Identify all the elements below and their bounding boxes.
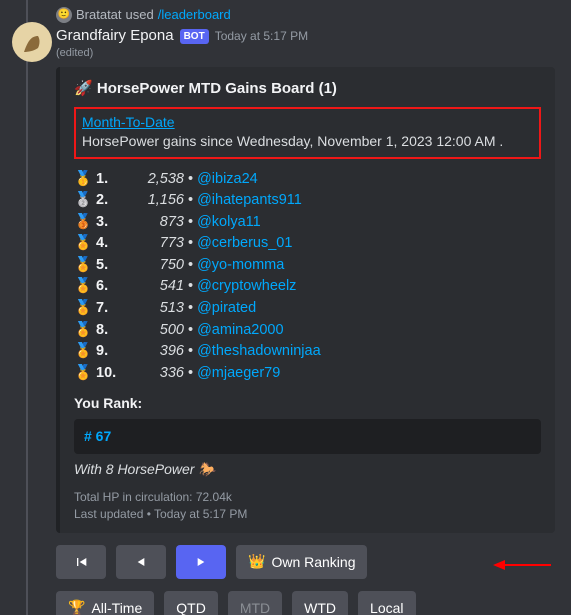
user-mention[interactable]: @mjaeger79	[197, 364, 280, 384]
rank-number: 5.	[96, 256, 118, 276]
with-line: With 8 HorsePower 🐎	[74, 460, 541, 479]
leaderboard-row: 🏅8.500 • @amina2000	[74, 320, 541, 342]
wtd-button[interactable]: WTD	[292, 591, 348, 615]
rank-number: 10.	[96, 364, 118, 384]
user-mention[interactable]: @ihatepants911	[197, 191, 302, 211]
reply-username[interactable]: Bratatat	[76, 6, 122, 24]
qtd-button[interactable]: QTD	[164, 591, 218, 615]
reply-avatar-icon: 🙂	[56, 7, 72, 23]
mtd-description: HorsePower gains since Wednesday, Novemb…	[82, 132, 533, 151]
leaderboard-rows: 🥇1.2,538 • @ibiza24🥈2.1,156 • @ihatepant…	[74, 169, 541, 385]
medal-icon: 🏅	[74, 342, 92, 362]
user-mention[interactable]: @yo-momma	[197, 256, 284, 276]
leaderboard-row: 🏅4.773 • @cerberus_01	[74, 233, 541, 255]
embed-footer: Total HP in circulation: 72.04k Last upd…	[74, 489, 541, 523]
you-rank-label: You Rank:	[74, 394, 541, 413]
bot-avatar[interactable]	[12, 22, 52, 62]
slash-command[interactable]: /leaderboard	[158, 6, 231, 24]
local-button[interactable]: Local	[358, 591, 415, 615]
user-mention[interactable]: @cryptowheelz	[197, 277, 296, 297]
medal-icon: 🏅	[74, 256, 92, 276]
highlight-box: Month-To-Date HorsePower gains since Wed…	[74, 107, 541, 159]
points: 500	[122, 321, 184, 341]
leaderboard-row: 🥉3.873 • @kolya11	[74, 212, 541, 234]
embed-title: 🚀 HorsePower MTD Gains Board (1)	[74, 79, 541, 99]
points: 513	[122, 299, 184, 319]
rank-number: 9.	[96, 342, 118, 362]
medal-icon: 🥇	[74, 170, 92, 190]
user-mention[interactable]: @theshadowninjaa	[197, 342, 321, 362]
points: 2,538	[122, 170, 184, 190]
reply-verb: used	[126, 6, 154, 24]
mtd-button: MTD	[228, 591, 282, 615]
points: 1,156	[122, 191, 184, 211]
points: 541	[122, 277, 184, 297]
leaderboard-row: 🥇1.2,538 • @ibiza24	[74, 169, 541, 191]
message-timestamp: Today at 5:17 PM	[215, 28, 308, 44]
rocket-icon: 🚀	[74, 80, 93, 97]
reply-context[interactable]: 🙂 Bratatat used /leaderboard	[56, 6, 555, 24]
prev-button[interactable]	[116, 545, 166, 579]
control-row-2: 🏆All-Time QTD MTD WTD Local	[56, 591, 555, 615]
first-button[interactable]	[56, 545, 106, 579]
you-rank-value: # 67	[74, 419, 541, 454]
leaderboard-row: 🏅10.336 • @mjaeger79	[74, 363, 541, 385]
user-mention[interactable]: @kolya11	[197, 213, 261, 233]
all-time-button[interactable]: 🏆All-Time	[56, 591, 154, 615]
points: 773	[122, 234, 184, 254]
rank-number: 7.	[96, 299, 118, 319]
rank-number: 8.	[96, 321, 118, 341]
bot-tag: BOT	[180, 29, 209, 45]
crown-icon: 👑	[248, 553, 265, 570]
rank-number: 1.	[96, 170, 118, 190]
next-button[interactable]	[176, 545, 226, 579]
mtd-link[interactable]: Month-To-Date	[82, 114, 175, 130]
thread-spine	[26, 0, 28, 615]
user-mention[interactable]: @ibiza24	[197, 170, 258, 190]
points: 750	[122, 256, 184, 276]
user-mention[interactable]: @cerberus_01	[197, 234, 292, 254]
medal-icon: 🏅	[74, 299, 92, 319]
leaderboard-row: 🏅7.513 • @pirated	[74, 298, 541, 320]
points: 336	[122, 364, 184, 384]
user-mention[interactable]: @amina2000	[197, 321, 283, 341]
medal-icon: 🏅	[74, 321, 92, 341]
leaderboard-row: 🏅5.750 • @yo-momma	[74, 255, 541, 277]
medal-icon: 🥈	[74, 191, 92, 211]
edited-indicator: (edited)	[56, 46, 555, 61]
author-name[interactable]: Grandfairy Epona	[56, 26, 174, 46]
medal-icon: 🏅	[74, 277, 92, 297]
leaderboard-row: 🥈2.1,156 • @ihatepants911	[74, 190, 541, 212]
own-ranking-button[interactable]: 👑Own Ranking	[236, 545, 367, 579]
rank-number: 2.	[96, 191, 118, 211]
skip-back-icon	[73, 554, 89, 570]
medal-icon: 🏅	[74, 234, 92, 254]
points: 873	[122, 213, 184, 233]
points: 396	[122, 342, 184, 362]
trophy-icon: 🏆	[68, 599, 85, 615]
medal-icon: 🏅	[74, 364, 92, 384]
medal-icon: 🥉	[74, 213, 92, 233]
user-mention[interactable]: @pirated	[197, 299, 256, 319]
rank-number: 4.	[96, 234, 118, 254]
prev-icon	[133, 554, 149, 570]
rank-number: 6.	[96, 277, 118, 297]
control-row-1: 👑Own Ranking	[56, 545, 555, 579]
leaderboard-row: 🏅6.541 • @cryptowheelz	[74, 276, 541, 298]
embed-card: 🚀 HorsePower MTD Gains Board (1) Month-T…	[56, 67, 555, 533]
rank-number: 3.	[96, 213, 118, 233]
leaderboard-row: 🏅9.396 • @theshadowninjaa	[74, 341, 541, 363]
annotation-arrow	[493, 557, 553, 573]
play-icon	[193, 554, 209, 570]
